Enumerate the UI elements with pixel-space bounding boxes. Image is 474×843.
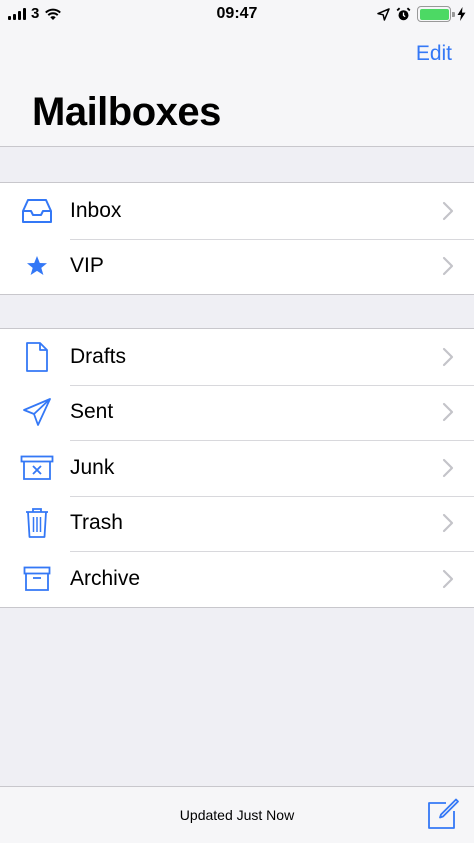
mailbox-label: Inbox <box>70 198 122 222</box>
mailbox-group-folders: Drafts Sent Junk Trash Archive <box>0 328 474 608</box>
star-icon <box>20 249 54 283</box>
chevron-right-icon <box>442 458 454 477</box>
chevron-right-icon <box>442 403 454 422</box>
mailbox-label: Drafts <box>70 344 127 368</box>
mailbox-label: Sent <box>70 400 114 424</box>
chevron-right-icon <box>442 201 454 220</box>
mailbox-group-primary: Inbox VIP <box>0 182 474 295</box>
update-status-text: Updated Just Now <box>179 807 295 823</box>
battery-icon <box>417 6 455 22</box>
trash-icon <box>20 506 54 540</box>
mailbox-label: Trash <box>70 511 123 535</box>
chevron-right-icon <box>442 514 454 533</box>
paper-plane-icon <box>20 395 54 429</box>
mailbox-row-inbox[interactable]: Inbox <box>0 183 474 239</box>
bottom-toolbar: Updated Just Now <box>0 786 474 843</box>
junk-bin-icon <box>20 451 54 485</box>
mailbox-label: VIP <box>70 254 104 278</box>
battery-level <box>419 8 449 20</box>
mailbox-row-drafts[interactable]: Drafts <box>0 329 474 385</box>
edit-button[interactable]: Edit <box>416 42 452 66</box>
status-right <box>377 5 466 23</box>
navigation-header: Edit Mailboxes <box>0 28 474 147</box>
chevron-right-icon <box>442 347 454 366</box>
archive-box-icon <box>20 562 54 596</box>
mailbox-row-junk[interactable]: Junk <box>0 440 474 496</box>
compose-button[interactable] <box>426 797 460 831</box>
location-arrow-icon <box>377 7 390 21</box>
draft-document-icon <box>20 340 54 374</box>
mailbox-row-trash[interactable]: Trash <box>0 495 474 552</box>
status-bar: 3 09:47 <box>0 0 474 28</box>
mailbox-label: Archive <box>70 566 141 590</box>
alarm-clock-icon <box>396 7 411 20</box>
mailbox-label: Junk <box>70 455 115 479</box>
compose-icon <box>428 798 459 829</box>
mailbox-row-archive[interactable]: Archive <box>0 551 474 607</box>
chevron-right-icon <box>442 257 454 276</box>
inbox-icon <box>20 194 54 228</box>
charging-bolt-icon <box>457 7 466 21</box>
mailbox-row-vip[interactable]: VIP <box>0 238 474 295</box>
mailbox-row-sent[interactable]: Sent <box>0 384 474 441</box>
page-title: Mailboxes <box>32 90 221 134</box>
chevron-right-icon <box>442 569 454 588</box>
